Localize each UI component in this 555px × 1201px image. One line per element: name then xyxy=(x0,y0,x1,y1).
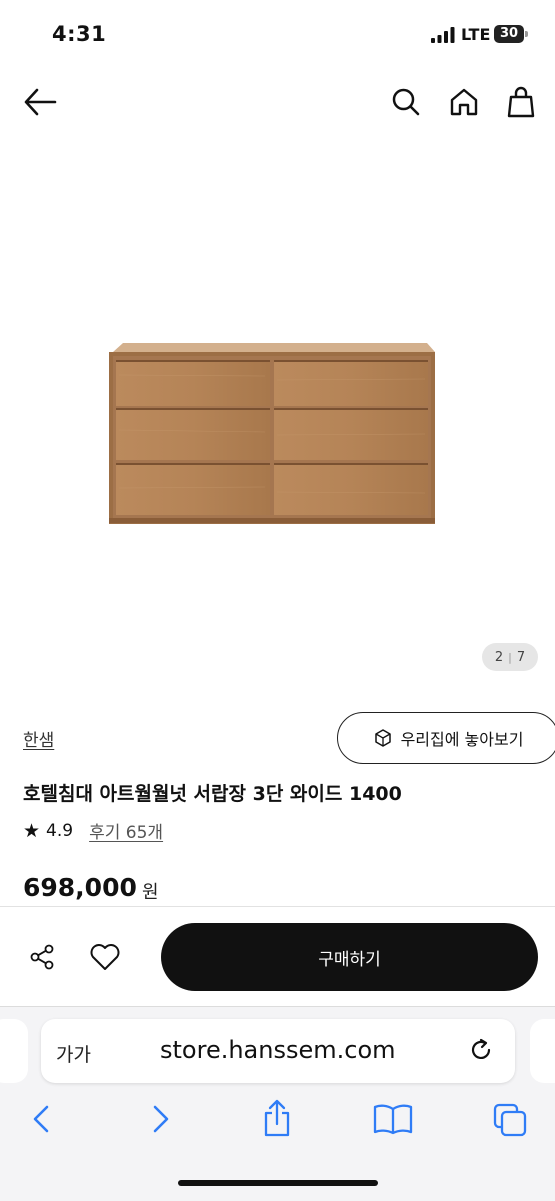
buy-button[interactable]: 구매하기 xyxy=(161,923,538,991)
gallery-current: 2 xyxy=(494,649,504,665)
share-icon xyxy=(264,1099,290,1137)
reload-icon xyxy=(471,1038,491,1059)
gallery-total: 7 xyxy=(516,649,526,665)
cart-button[interactable] xyxy=(503,84,539,120)
status-time: 4:31 xyxy=(52,22,107,46)
tabs-button[interactable] xyxy=(489,1100,531,1140)
home-button[interactable] xyxy=(445,84,483,120)
rating-row: ★ 4.9 후기 65개 xyxy=(23,818,163,844)
battery-tip xyxy=(525,31,528,37)
brand-link[interactable]: 한샘 xyxy=(23,726,54,751)
signal-icon xyxy=(431,27,455,43)
product-title: 호텔침대 아트월월넛 서랍장 3단 와이드 1400 xyxy=(23,783,402,805)
gallery-separator: | xyxy=(508,650,512,664)
rating-value: 4.9 xyxy=(46,820,74,841)
shopping-bag-icon xyxy=(507,86,535,118)
forward-icon xyxy=(153,1105,169,1133)
browser-share-button[interactable] xyxy=(257,1096,297,1140)
reload-button[interactable] xyxy=(464,1036,500,1068)
back-icon xyxy=(33,1105,49,1133)
ar-view-button[interactable]: 우리집에 놓아보기 xyxy=(337,712,555,764)
search-icon xyxy=(392,88,420,116)
ar-view-label: 우리집에 놓아보기 xyxy=(400,730,524,749)
network-label: LTE xyxy=(461,25,491,44)
back-button[interactable] xyxy=(20,84,60,120)
price-unit: 원 xyxy=(142,882,159,903)
battery-indicator: 30 xyxy=(494,25,524,43)
browser-forward-button[interactable] xyxy=(144,1100,178,1138)
heart-icon xyxy=(90,944,120,970)
reviews-link[interactable]: 후기 65개 xyxy=(89,818,163,843)
url-text[interactable]: store.hanssem.com xyxy=(160,1036,396,1064)
home-indicator xyxy=(178,1180,378,1186)
previous-tab-preview[interactable] xyxy=(0,1019,28,1083)
text-size-button[interactable]: 가가 xyxy=(56,1040,91,1067)
search-button[interactable] xyxy=(388,84,424,120)
bookmarks-icon xyxy=(373,1104,413,1135)
gallery-page-indicator: 2 | 7 xyxy=(482,643,538,671)
ar-cube-icon xyxy=(374,729,391,747)
arrow-left-icon xyxy=(24,88,57,116)
price: 698,000 xyxy=(23,873,137,902)
browser-back-button[interactable] xyxy=(24,1100,58,1138)
star-icon: ★ xyxy=(23,819,41,842)
product-image[interactable] xyxy=(105,340,435,530)
share-icon xyxy=(30,944,54,970)
next-tab-preview[interactable] xyxy=(530,1019,555,1083)
wishlist-button[interactable] xyxy=(85,937,125,977)
share-button[interactable] xyxy=(22,937,62,977)
home-icon xyxy=(450,88,478,116)
bookmarks-button[interactable] xyxy=(370,1100,416,1138)
tabs-icon xyxy=(493,1103,527,1137)
